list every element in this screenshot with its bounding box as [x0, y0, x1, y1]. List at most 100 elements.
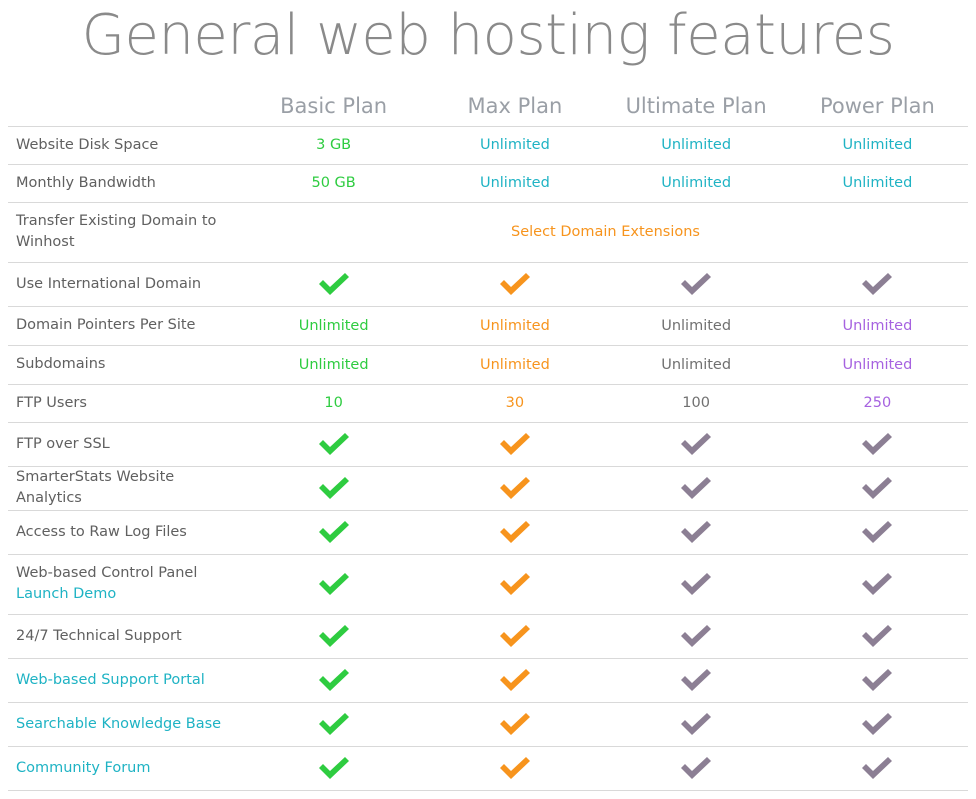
- plan-value-max: Unlimited: [424, 125, 606, 164]
- plan-value-power: [786, 701, 968, 746]
- feature-name: Monthly Bandwidth: [16, 174, 156, 191]
- table-row: Monthly Bandwidth 50 GB Unlimited Unlimited…: [8, 163, 968, 202]
- table-row: 24/7 Technical Support: [8, 613, 968, 658]
- plan-header-ultimate: Ultimate Plan: [625, 93, 767, 118]
- check-icon: [498, 623, 532, 649]
- check-icon: [679, 571, 713, 597]
- plan-value-max: Unlimited: [424, 344, 606, 384]
- plan-value-power: 250: [786, 383, 968, 422]
- feature-label: Transfer Existing Domain to Winhost: [8, 201, 243, 262]
- feature-link[interactable]: Community Forum: [8, 745, 243, 791]
- table-row: Community Forum: [8, 745, 968, 791]
- features-table: Basic Plan Max Plan Ultimate Plan Power …: [8, 84, 968, 791]
- check-icon: [860, 571, 894, 597]
- feature-label: Access to Raw Log Files: [8, 509, 243, 554]
- check-icon: [317, 271, 351, 297]
- check-icon: [679, 667, 713, 693]
- table-row: Website Disk Space 3 GB Unlimited Unlimited…: [8, 125, 968, 164]
- check-icon: [317, 475, 351, 501]
- feature-name: Website Disk Space: [16, 136, 159, 153]
- table-row: FTP Users 10 30 100 250: [8, 383, 968, 422]
- check-icon: [860, 623, 894, 649]
- plan-value-power: [786, 421, 968, 466]
- check-icon: [498, 711, 532, 737]
- table-row: Access to Raw Log Files: [8, 509, 968, 554]
- check-icon: [317, 519, 351, 545]
- plan-value-basic: Unlimited: [243, 344, 425, 384]
- check-icon: [317, 755, 351, 781]
- feature-name[interactable]: Web-based Support Portal: [16, 672, 205, 688]
- plan-value-basic: [243, 509, 425, 554]
- check-icon: [860, 431, 894, 457]
- check-icon: [860, 711, 894, 737]
- feature-link[interactable]: Searchable Knowledge Base: [8, 701, 243, 746]
- plan-value-max: [424, 745, 606, 791]
- table-row: SmarterStats Website Analytics: [8, 465, 968, 510]
- feature-name: Web-based Control Panel: [16, 565, 198, 581]
- plan-value-power: [786, 553, 968, 614]
- plan-value-basic: [243, 657, 425, 702]
- feature-label: 24/7 Technical Support: [8, 613, 243, 658]
- plan-value-max: [424, 613, 606, 658]
- feature-label: FTP over SSL: [8, 421, 243, 466]
- select-domain-extensions-link[interactable]: Select Domain Extensions: [243, 201, 968, 262]
- feature-name[interactable]: Community Forum: [16, 760, 151, 776]
- feature-name: Use International Domain: [16, 275, 202, 292]
- check-icon: [498, 667, 532, 693]
- plan-header-power: Power Plan: [819, 93, 935, 118]
- table-row: Domain Pointers Per Site Unlimited Unlimit…: [8, 305, 968, 345]
- check-icon: [679, 271, 713, 297]
- feature-name: Subdomains: [16, 356, 106, 372]
- table-row: Web-based Control Panel Launch Demo: [8, 553, 968, 614]
- plan-header-max: Max Plan: [467, 93, 563, 118]
- plan-value-ultimate: [605, 657, 787, 702]
- check-icon: [498, 431, 532, 457]
- feature-label: FTP Users: [8, 383, 243, 422]
- check-icon: [679, 711, 713, 737]
- plan-value-power: Unlimited: [786, 344, 968, 384]
- plan-value-power: Unlimited: [786, 125, 968, 164]
- check-icon: [679, 475, 713, 501]
- check-icon: [317, 623, 351, 649]
- feature-name: 24/7 Technical Support: [16, 627, 182, 644]
- check-icon: [317, 431, 351, 457]
- plan-value-basic: 3 GB: [243, 125, 425, 164]
- table-row: Transfer Existing Domain to Winhost Selec…: [8, 201, 968, 262]
- check-icon: [498, 475, 532, 501]
- plan-value-ultimate: [605, 701, 787, 746]
- plan-value-ultimate: [605, 421, 787, 466]
- check-icon: [317, 711, 351, 737]
- plan-value-power: [786, 657, 968, 702]
- plan-value-ultimate: [605, 465, 787, 510]
- plan-value-basic: [243, 701, 425, 746]
- plan-value-basic: [243, 465, 425, 510]
- check-icon: [679, 431, 713, 457]
- feature-label: Monthly Bandwidth: [8, 163, 243, 202]
- feature-label: Use International Domain: [8, 261, 243, 306]
- plan-value-max: [424, 509, 606, 554]
- plan-value-basic: 50 GB: [243, 163, 425, 202]
- plan-header-basic: Basic Plan: [280, 93, 388, 118]
- feature-header: [8, 84, 243, 126]
- feature-name: Access to Raw Log Files: [16, 523, 187, 540]
- plan-value-max: 30: [424, 383, 606, 422]
- table-row: Searchable Knowledge Base: [8, 701, 968, 746]
- table-row: Subdomains Unlimited Unlimited Unlimited Unl…: [8, 344, 968, 384]
- plan-header-row: Basic Plan Max Plan Ultimate Plan Power …: [8, 84, 968, 126]
- plan-value-basic: [243, 745, 425, 791]
- feature-name[interactable]: Searchable Knowledge Base: [16, 716, 221, 732]
- plan-value-ultimate: Unlimited: [605, 344, 787, 384]
- plan-value-ultimate: [605, 509, 787, 554]
- plan-value-basic: 10: [243, 383, 425, 422]
- launch-demo-link[interactable]: Launch Demo: [16, 586, 116, 602]
- check-icon: [860, 755, 894, 781]
- plan-value-ultimate: [605, 745, 787, 791]
- feature-link[interactable]: Web-based Support Portal: [8, 657, 243, 702]
- check-icon: [860, 519, 894, 545]
- plan-value-power: Unlimited: [786, 305, 968, 345]
- plan-value-power: [786, 509, 968, 554]
- check-icon: [317, 667, 351, 693]
- check-icon: [498, 755, 532, 781]
- plan-value-max: Unlimited: [424, 305, 606, 345]
- check-icon: [498, 571, 532, 597]
